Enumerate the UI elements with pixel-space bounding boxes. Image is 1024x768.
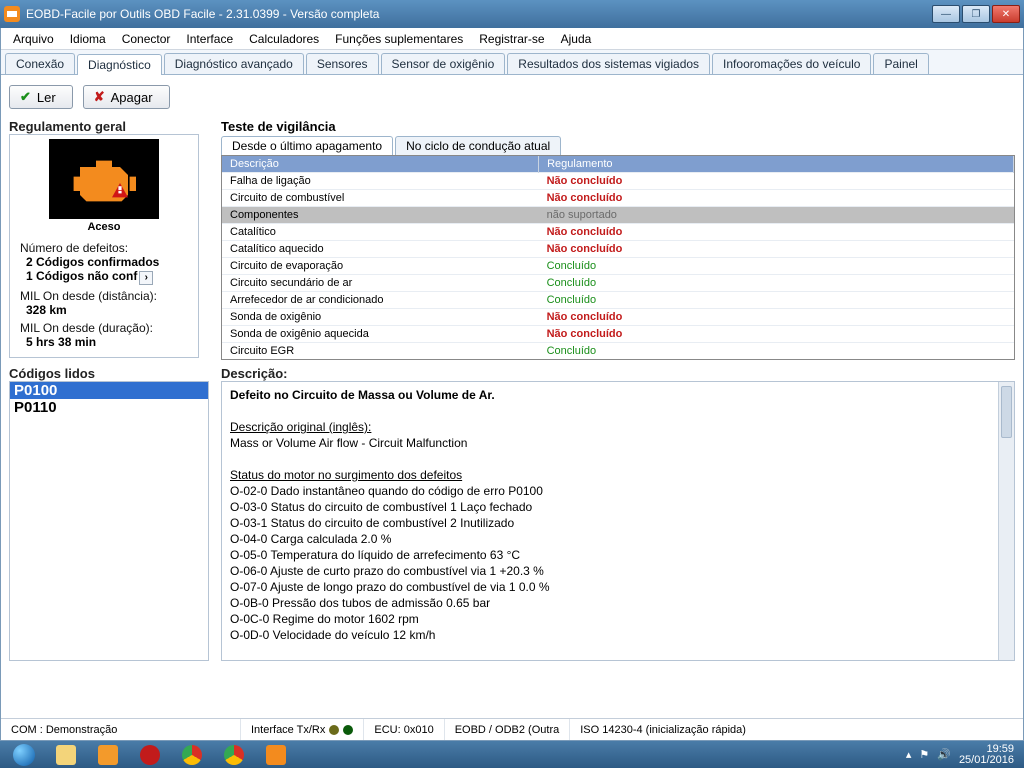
engine-state: Aceso <box>87 221 120 233</box>
tray-flag-icon[interactable]: ⚑ <box>919 748 929 761</box>
col-description[interactable]: Descrição <box>222 156 539 173</box>
table-row[interactable]: Circuito secundário de arConcluído <box>222 275 1014 292</box>
tray-clock[interactable]: 19:5925/01/2016 <box>959 744 1014 766</box>
table-row[interactable]: Componentesnão suportado <box>222 207 1014 224</box>
tx-led-icon <box>329 725 339 735</box>
vigilance-title: Teste de vigilância <box>221 119 1015 134</box>
menu-arquivo[interactable]: Arquivo <box>7 30 60 48</box>
vigil-tab-0[interactable]: Desde o último apagamento <box>221 136 393 155</box>
codes-title: Códigos lidos <box>9 366 209 381</box>
window-title: EOBD-Facile por Outils OBD Facile - 2.31… <box>26 7 379 21</box>
tab-4[interactable]: Sensor de oxigênio <box>381 53 506 74</box>
taskbar-explorer[interactable] <box>46 743 86 767</box>
taskbar-opera[interactable] <box>130 743 170 767</box>
menu-funções suplementares[interactable]: Funções suplementares <box>329 30 469 48</box>
menu-interface[interactable]: Interface <box>180 30 239 48</box>
table-row[interactable]: Circuito de combustívelNão concluído <box>222 190 1014 207</box>
code-item[interactable]: P0110 <box>10 399 208 416</box>
tray-up-icon[interactable]: ▴ <box>906 748 912 761</box>
read-button[interactable]: ✔Ler <box>9 85 73 109</box>
table-row[interactable]: Sonda de oxigênio aquecidaNão concluído <box>222 326 1014 343</box>
check-icon: ✔ <box>20 89 31 105</box>
close-button[interactable]: ✕ <box>992 5 1020 23</box>
tab-1[interactable]: Diagnóstico <box>77 54 162 75</box>
table-row[interactable]: Circuito de evaporaçãoConcluído <box>222 258 1014 275</box>
codes-panel: Códigos lidos P0100P0110 <box>9 366 209 712</box>
taskbar-chrome2[interactable] <box>214 743 254 767</box>
tab-5[interactable]: Resultados dos sistemas vigiados <box>507 53 710 74</box>
erase-button[interactable]: ✘Apagar <box>83 85 170 109</box>
tab-0[interactable]: Conexão <box>5 53 75 74</box>
tab-6[interactable]: Infooromações do veículo <box>712 53 871 74</box>
table-row[interactable]: Catalítico aquecidoNão concluído <box>222 241 1014 258</box>
description-title: Descrição: <box>221 366 1015 381</box>
taskbar-chrome1[interactable] <box>172 743 212 767</box>
confirmed-codes: 2 Códigos confirmados <box>20 255 190 269</box>
col-regulation[interactable]: Regulamento <box>539 156 1014 173</box>
menu-registrar-se[interactable]: Registrar-se <box>473 30 550 48</box>
tray-volume-icon[interactable]: 🔊 <box>937 748 951 761</box>
status-com: COM : Demonstração <box>1 719 241 740</box>
taskbar-media[interactable] <box>88 743 128 767</box>
unconfirmed-codes: 1 Códigos não conf› <box>20 269 190 285</box>
tab-7[interactable]: Painel <box>873 53 928 74</box>
menu-calculadores[interactable]: Calculadores <box>243 30 325 48</box>
table-row[interactable]: Circuito EGRConcluído <box>222 343 1014 360</box>
vigilance-panel: Teste de vigilância Desde o último apaga… <box>221 119 1015 360</box>
code-item[interactable]: P0100 <box>10 382 208 399</box>
tab-2[interactable]: Diagnóstico avançado <box>164 53 304 74</box>
table-row[interactable]: Arrefecedor de ar condicionadoConcluído <box>222 292 1014 309</box>
vigilance-table: Descrição Regulamento Falha de ligaçãoNã… <box>222 156 1014 359</box>
table-row[interactable]: Sonda de oxigênioNão concluído <box>222 309 1014 326</box>
taskbar: ▴ ⚑ 🔊 19:5925/01/2016 <box>0 741 1024 768</box>
defects-count-label: Número de defeitos: <box>20 241 190 255</box>
status-proto2: ISO 14230-4 (inicialização rápida) <box>570 719 1023 740</box>
left-panel: Regulamento geral Aceso Número de defeit… <box>9 119 209 360</box>
status-proto1: EOBD / ODB2 (Outra <box>445 719 571 740</box>
vigil-tab-1[interactable]: No ciclo de condução atual <box>395 136 561 155</box>
start-button[interactable] <box>4 741 44 768</box>
status-ecu: ECU: 0x010 <box>364 719 444 740</box>
minimize-button[interactable]: — <box>932 5 960 23</box>
mil-distance: 328 km <box>20 303 190 317</box>
menu-idioma[interactable]: Idioma <box>64 30 112 48</box>
rx-led-icon <box>343 725 353 735</box>
scrollbar[interactable] <box>998 382 1014 660</box>
codes-list[interactable]: P0100P0110 <box>9 381 209 661</box>
menu-bar: ArquivoIdiomaConectorInterfaceCalculador… <box>1 28 1023 50</box>
table-row[interactable]: CatalíticoNão concluído <box>222 224 1014 241</box>
main-tabs: ConexãoDiagnósticoDiagnóstico avançadoSe… <box>1 50 1023 74</box>
x-icon: ✘ <box>94 89 105 105</box>
toolbar: ✔Ler ✘Apagar <box>9 81 1015 113</box>
regulation-title: Regulamento geral <box>9 119 209 134</box>
vigilance-tabs: Desde o último apagamentoNo ciclo de con… <box>221 136 1015 155</box>
engine-warning-icon <box>49 139 159 219</box>
expand-icon[interactable]: › <box>139 271 153 285</box>
window-titlebar: EOBD-Facile por Outils OBD Facile - 2.31… <box>0 0 1024 28</box>
system-tray[interactable]: ▴ ⚑ 🔊 19:5925/01/2016 <box>906 744 1020 766</box>
taskbar-app[interactable] <box>256 743 296 767</box>
tab-3[interactable]: Sensores <box>306 53 379 74</box>
description-text: Defeito no Circuito de Massa ou Volume d… <box>221 381 1015 661</box>
description-panel: Descrição: Defeito no Circuito de Massa … <box>221 366 1015 712</box>
menu-conector[interactable]: Conector <box>116 30 177 48</box>
maximize-button[interactable]: ❐ <box>962 5 990 23</box>
status-bar: COM : Demonstração Interface Tx/Rx ECU: … <box>1 718 1023 740</box>
menu-ajuda[interactable]: Ajuda <box>555 30 598 48</box>
app-icon <box>4 6 20 22</box>
status-interface: Interface Tx/Rx <box>241 719 364 740</box>
mil-duration: 5 hrs 38 min <box>20 335 190 349</box>
mil-distance-label: MIL On desde (distância): <box>20 289 190 303</box>
mil-duration-label: MIL On desde (duração): <box>20 321 190 335</box>
table-row[interactable]: Falha de ligaçãoNão concluído <box>222 173 1014 190</box>
